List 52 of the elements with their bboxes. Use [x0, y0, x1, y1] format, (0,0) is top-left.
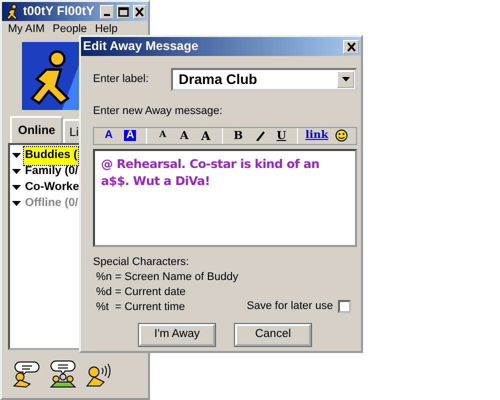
link-button[interactable]: link [303, 128, 330, 144]
placeholder-meaning: = Screen Name of Buddy [115, 270, 238, 284]
save-checkbox[interactable] [338, 300, 351, 313]
group-label[interactable]: Co-Worke [24, 179, 80, 197]
close-button[interactable] [343, 40, 359, 54]
group-label[interactable]: Offline (0/ [24, 195, 80, 213]
close-icon [346, 42, 356, 52]
highlight-color-button[interactable]: A [120, 128, 142, 144]
tab[interactable]: Online [10, 116, 64, 143]
expand-arrow-icon[interactable] [12, 201, 21, 207]
menu-item[interactable]: My AIM [8, 23, 45, 36]
minimize-icon [104, 14, 110, 16]
group-label[interactable]: Family (0/ [24, 163, 80, 181]
underline-button[interactable]: U [270, 128, 292, 144]
checkbox-label: Save for later use [246, 299, 333, 314]
text-color-button[interactable]: A [98, 128, 120, 144]
smaller-font-button[interactable]: A [152, 128, 174, 144]
window-title: t00tY Fl00tY [23, 3, 94, 20]
close-icon [134, 6, 145, 16]
field-label: Enter new Away message: [93, 104, 222, 119]
expand-arrow-icon[interactable] [12, 169, 21, 175]
group-label[interactable]: Buddies ( [24, 147, 78, 165]
group-chat-icon[interactable] [48, 360, 76, 388]
expand-arrow-icon[interactable] [12, 153, 21, 159]
maximize-button[interactable] [116, 4, 130, 18]
dropdown-arrow-icon [342, 77, 350, 82]
message-field[interactable]: @ Rehearsal. Co-star is kind of an a$$. Wut a DiVa! [93, 148, 357, 246]
running-man-icon [4, 4, 20, 20]
maximize-icon [118, 6, 129, 16]
placeholder-meaning: = Current date [115, 284, 186, 300]
placeholder-code: %d [96, 284, 113, 300]
dialog-title: Edit Away Message [83, 38, 198, 56]
smiley-icon [334, 129, 348, 142]
label-dropdown[interactable]: Drama Club [170, 68, 357, 91]
section-label: Special Characters: [93, 254, 190, 270]
larger-font-button[interactable]: A [195, 128, 217, 144]
dialog-button[interactable]: Cancel [235, 324, 311, 346]
logo-banner [22, 42, 80, 110]
dialog-button[interactable]: I'm Away [139, 324, 215, 346]
menu-item[interactable]: People [52, 23, 87, 36]
expand-arrow-icon[interactable] [12, 185, 21, 191]
placeholder-code: %n [96, 270, 113, 284]
field-label: Enter label: [93, 72, 149, 88]
placeholder-meaning: = Current time [115, 300, 185, 314]
minimize-button[interactable] [100, 4, 114, 18]
bold-button[interactable]: B [228, 128, 250, 144]
close-button[interactable] [132, 4, 146, 18]
normal-font-button[interactable]: A [174, 128, 196, 144]
placeholder-code: %t [96, 300, 110, 314]
chat-person-icon[interactable] [12, 360, 40, 388]
slash-icon [254, 130, 265, 140]
menu-item[interactable]: Help [94, 23, 118, 36]
